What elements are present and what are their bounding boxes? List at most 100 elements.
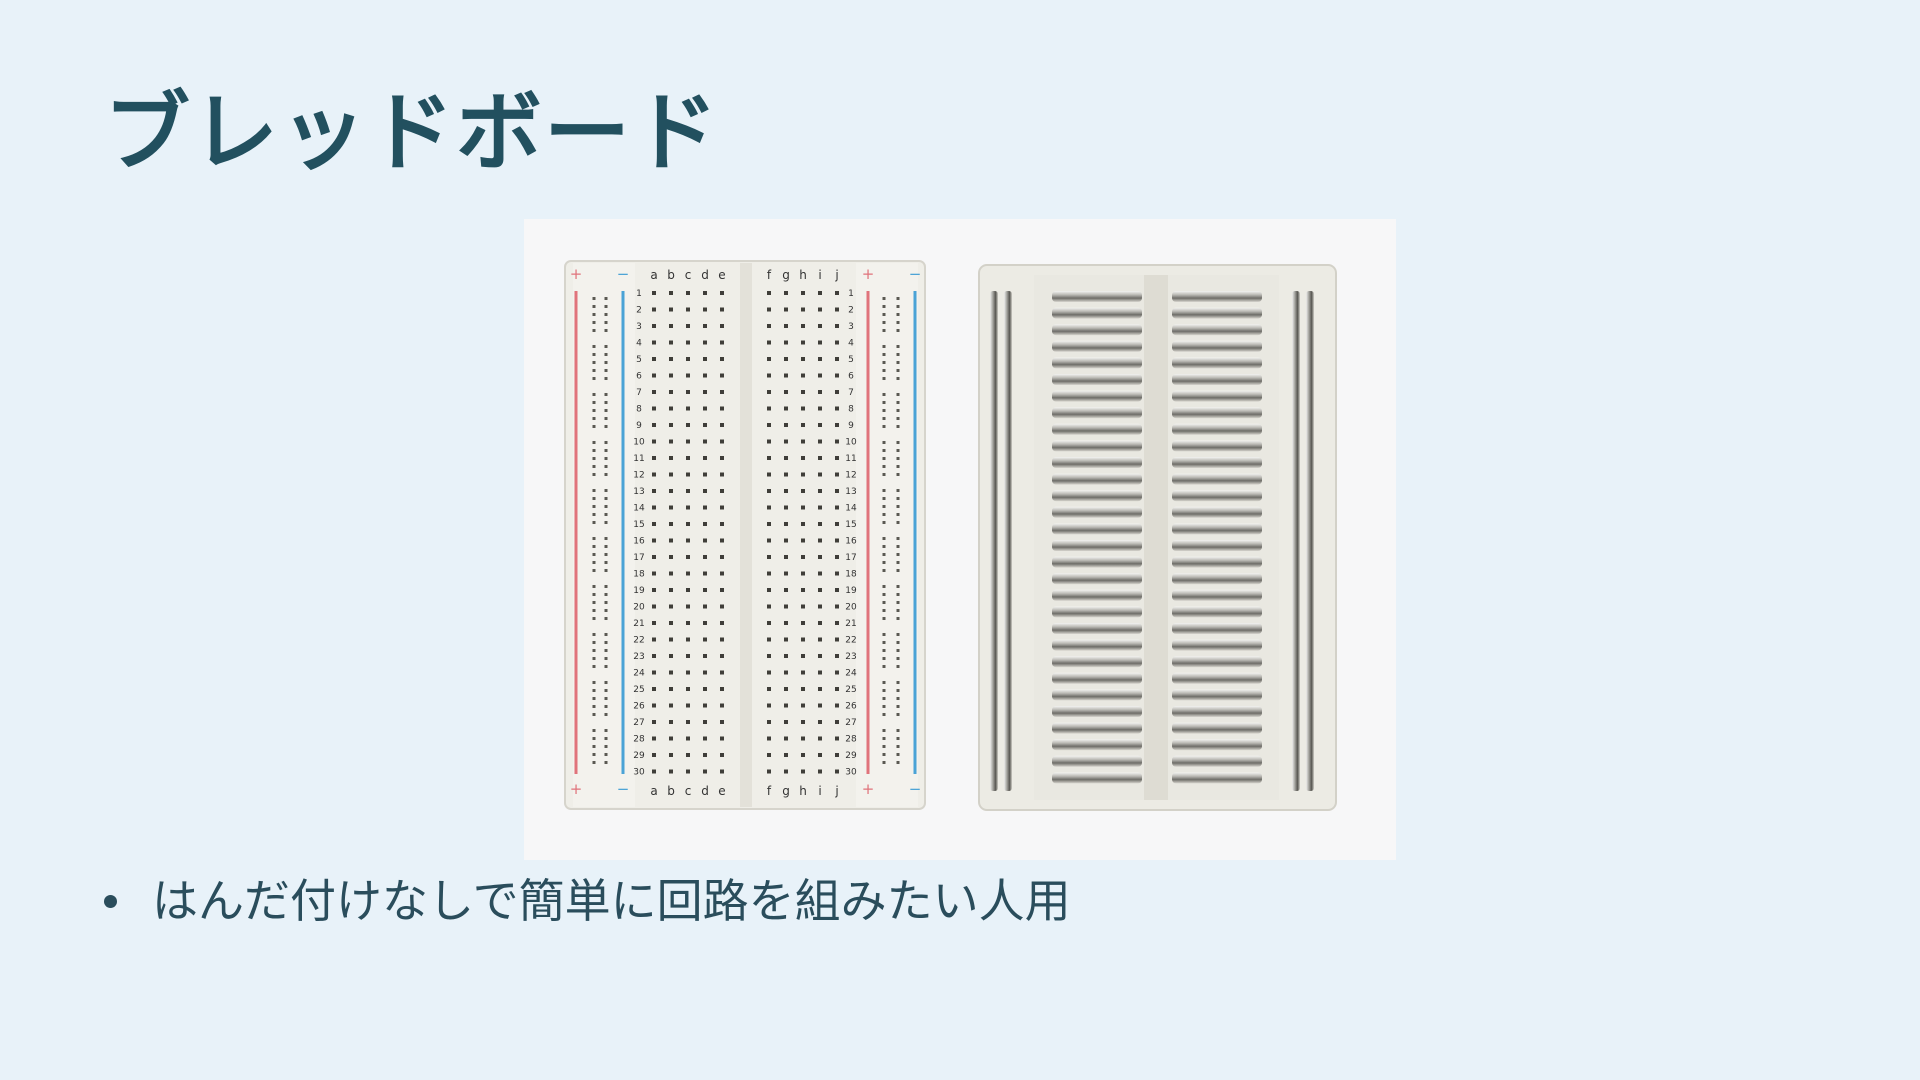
column-letter: j xyxy=(834,268,838,282)
back-terminal-strip xyxy=(1052,390,1142,402)
back-terminal-strip xyxy=(1172,407,1262,419)
back-terminal-strip xyxy=(1052,307,1142,319)
back-terminal-strip xyxy=(1052,672,1142,684)
column-letter: a xyxy=(650,268,657,282)
back-rail-strip xyxy=(1004,291,1012,791)
column-letter: b xyxy=(667,268,675,282)
row-number: 5 xyxy=(636,355,642,365)
back-terminal-strip xyxy=(1172,739,1262,751)
back-terminal-strip xyxy=(1172,589,1262,601)
back-terminal-strip xyxy=(1052,457,1142,468)
rail-sign: − xyxy=(617,265,630,283)
column-letter: a xyxy=(650,784,657,798)
row-number: 1 xyxy=(848,289,854,299)
back-terminal-strip xyxy=(1052,755,1142,767)
back-terminal-strip xyxy=(1172,755,1262,767)
row-number: 24 xyxy=(845,669,857,679)
back-terminal-strip xyxy=(1052,374,1142,385)
row-number: 8 xyxy=(848,405,854,415)
back-terminal-strip xyxy=(1052,407,1142,419)
back-terminal-strip xyxy=(1172,490,1262,502)
row-number: 19 xyxy=(633,586,645,596)
back-terminal-strip xyxy=(1052,573,1142,585)
row-number: 28 xyxy=(633,735,645,745)
back-terminal-strip xyxy=(1052,656,1142,668)
column-letter: b xyxy=(667,784,675,798)
back-terminal-strip xyxy=(1052,739,1142,751)
row-number: 16 xyxy=(633,537,645,547)
back-terminal-strip xyxy=(1052,589,1142,601)
back-terminal-strip xyxy=(1052,606,1142,618)
back-terminal-strip xyxy=(1052,490,1142,502)
row-number: 8 xyxy=(636,405,642,415)
back-terminal-strip xyxy=(1172,672,1262,684)
rail-sign: + xyxy=(862,265,875,283)
back-terminal-strip xyxy=(1052,639,1142,651)
column-letter: e xyxy=(718,784,725,798)
row-number: 17 xyxy=(633,553,644,563)
row-number: 6 xyxy=(848,372,854,382)
rail-sign: + xyxy=(862,780,875,798)
back-terminal-strip xyxy=(1172,307,1262,319)
back-terminal-strip xyxy=(1172,573,1262,585)
row-number: 23 xyxy=(633,652,644,662)
bullet-dot-icon xyxy=(104,895,117,908)
row-number: 9 xyxy=(636,421,642,431)
column-letter: h xyxy=(799,784,807,798)
back-terminal-strip xyxy=(1052,689,1142,701)
row-number: 11 xyxy=(845,454,856,464)
row-number: 22 xyxy=(633,636,644,646)
column-letter: g xyxy=(782,268,790,282)
rail-sign: − xyxy=(909,780,922,798)
row-number: 14 xyxy=(845,504,857,514)
back-terminal-strip xyxy=(1052,623,1142,634)
breadboard-back xyxy=(978,264,1337,811)
row-number: 24 xyxy=(633,669,645,679)
row-number: 26 xyxy=(633,702,645,712)
back-terminal-strip xyxy=(1052,706,1142,717)
back-rail-strip xyxy=(1306,291,1314,791)
row-number: 9 xyxy=(848,421,854,431)
row-number: 25 xyxy=(845,685,856,695)
column-letter: i xyxy=(818,268,821,282)
back-terminal-strip xyxy=(1172,324,1262,336)
back-terminal-strip xyxy=(1052,324,1142,336)
back-terminal-strip xyxy=(1052,423,1142,435)
row-number: 30 xyxy=(845,768,857,778)
column-letter: d xyxy=(701,784,709,798)
row-number: 5 xyxy=(848,355,854,365)
row-number: 27 xyxy=(845,718,856,728)
slide: ブレッドボード + − + − + − + − a a b b c c d d … xyxy=(0,0,1920,1080)
bullet-list: はんだ付けなしで簡単に回路を組みたい人用 xyxy=(100,870,1071,932)
back-terminal-strip xyxy=(1172,606,1262,618)
row-number: 10 xyxy=(845,438,857,448)
row-number: 11 xyxy=(633,454,644,464)
back-terminal-strip xyxy=(1172,423,1262,435)
column-letter: d xyxy=(701,268,709,282)
row-number: 6 xyxy=(636,372,642,382)
back-terminal-strip xyxy=(1052,722,1142,734)
rail-sign: − xyxy=(909,265,922,283)
back-terminal-strip xyxy=(1172,706,1262,717)
row-number: 10 xyxy=(633,438,645,448)
back-terminal-strip xyxy=(1172,473,1262,485)
column-letter: j xyxy=(834,784,838,798)
back-terminal-strip xyxy=(1052,473,1142,485)
row-number: 4 xyxy=(848,339,854,349)
row-number: 19 xyxy=(845,586,857,596)
row-number: 29 xyxy=(633,751,645,761)
rail-sign: + xyxy=(570,265,583,283)
row-number: 30 xyxy=(633,768,645,778)
back-rail-strip xyxy=(990,291,998,791)
back-terminal-strip xyxy=(1172,357,1262,369)
back-terminal-strip xyxy=(1172,656,1262,668)
row-number: 22 xyxy=(845,636,856,646)
column-letter: c xyxy=(685,268,692,282)
back-terminal-strip xyxy=(1172,722,1262,734)
back-terminal-strip xyxy=(1052,556,1142,568)
row-number: 12 xyxy=(633,471,644,481)
row-number: 13 xyxy=(633,487,644,497)
row-number: 3 xyxy=(848,322,854,332)
column-letter: h xyxy=(799,268,807,282)
row-number: 20 xyxy=(845,603,857,613)
